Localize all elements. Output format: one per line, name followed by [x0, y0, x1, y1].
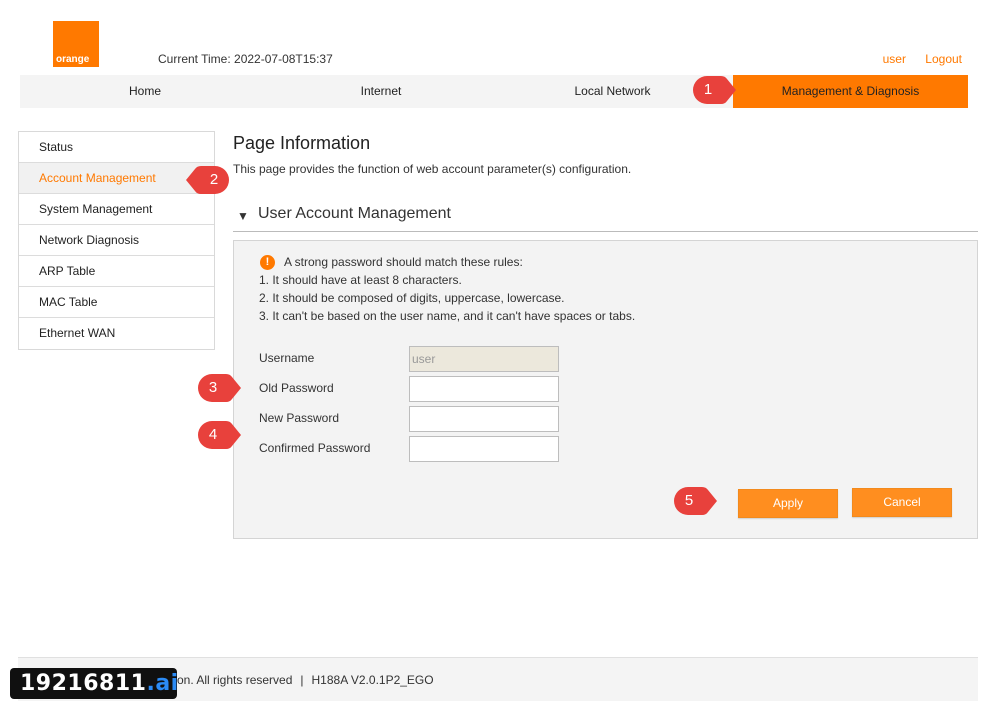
sidebar-item-status[interactable]: Status	[19, 132, 214, 163]
current-time-value: 2022-07-08T15:37	[234, 52, 333, 66]
callout-marker-1: 1	[692, 75, 736, 105]
info-icon: !	[260, 254, 275, 270]
account-panel: ! A strong password should match these r…	[233, 240, 978, 539]
callout-marker-3: 3	[197, 373, 241, 403]
callout-number: 3	[208, 379, 218, 396]
username-field	[409, 346, 559, 372]
rule-line: 1. It should have at least 8 characters.	[259, 273, 462, 287]
callout-number: 2	[209, 171, 219, 188]
callout-marker-4: 4	[197, 420, 241, 450]
apply-button[interactable]: Apply	[738, 489, 838, 518]
top-links: user Logout	[867, 52, 962, 66]
page-description: This page provides the function of web a…	[233, 162, 632, 176]
section-title: User Account Management	[258, 205, 451, 222]
callout-marker-5: 5	[673, 486, 717, 516]
footer-separator: |	[300, 673, 304, 687]
sidebar-item-ethernet-wan[interactable]: Ethernet WAN	[19, 318, 214, 349]
rule-line: 2. It should be composed of digits, uppe…	[259, 291, 565, 305]
confirm-password-label: Confirmed Password	[259, 441, 371, 455]
watermark-logo: 19216811.ai	[10, 668, 179, 699]
sidebar-item-arp-table[interactable]: ARP Table	[19, 256, 214, 287]
confirm-password-field[interactable]	[409, 436, 559, 462]
user-link[interactable]: user	[883, 52, 906, 66]
sidebar-item-network-diagnosis[interactable]: Network Diagnosis	[19, 225, 214, 256]
orange-logo: orange	[53, 21, 99, 67]
new-password-row: New Password	[259, 406, 579, 432]
old-password-label: Old Password	[259, 381, 334, 395]
new-password-field[interactable]	[409, 406, 559, 432]
username-row: Username	[259, 346, 579, 372]
old-password-field[interactable]	[409, 376, 559, 402]
logo-text: orange	[56, 54, 90, 65]
watermark-suffix: .ai	[146, 671, 179, 696]
username-label: Username	[259, 351, 315, 365]
logout-link[interactable]: Logout	[925, 52, 962, 66]
triangle-down-icon[interactable]: ▼	[237, 209, 249, 223]
footer-firmware: H188A V2.0.1P2_EGO	[311, 673, 434, 687]
old-password-row: Old Password	[259, 376, 579, 402]
sidebar: Status Account Management System Managem…	[18, 131, 215, 350]
sidebar-item-mac-table[interactable]: MAC Table	[19, 287, 214, 318]
confirm-password-row: Confirmed Password	[259, 436, 579, 462]
sidebar-item-system-management[interactable]: System Management	[19, 194, 214, 225]
callout-number: 5	[684, 492, 694, 509]
page-title: Page Information	[233, 133, 371, 153]
main-nav: Home Internet Local Network Management &…	[20, 75, 968, 108]
tab-home[interactable]: Home	[20, 75, 270, 108]
watermark-main: 19216811	[20, 671, 147, 696]
footer-text: on. All rights reserved | H188A V2.0.1P2_E…	[177, 673, 434, 687]
callout-number: 4	[208, 426, 218, 443]
tab-management-diagnosis[interactable]: Management & Diagnosis	[733, 75, 968, 108]
tab-internet[interactable]: Internet	[270, 75, 492, 108]
footer-copyright: on. All rights reserved	[177, 673, 293, 687]
callout-number: 1	[703, 81, 713, 98]
current-time-label: Current Time:	[158, 52, 231, 66]
cancel-button[interactable]: Cancel	[852, 488, 952, 517]
section-header[interactable]: ▼ User Account Management	[233, 204, 978, 232]
rule-line: 3. It can't be based on the user name, a…	[259, 309, 636, 323]
rules-intro: A strong password should match these rul…	[284, 255, 523, 269]
password-rules: ! A strong password should match these r…	[259, 253, 635, 325]
new-password-label: New Password	[259, 411, 340, 425]
callout-marker-2: 2	[184, 165, 229, 195]
current-time: Current Time: 2022-07-08T15:37	[158, 52, 333, 66]
